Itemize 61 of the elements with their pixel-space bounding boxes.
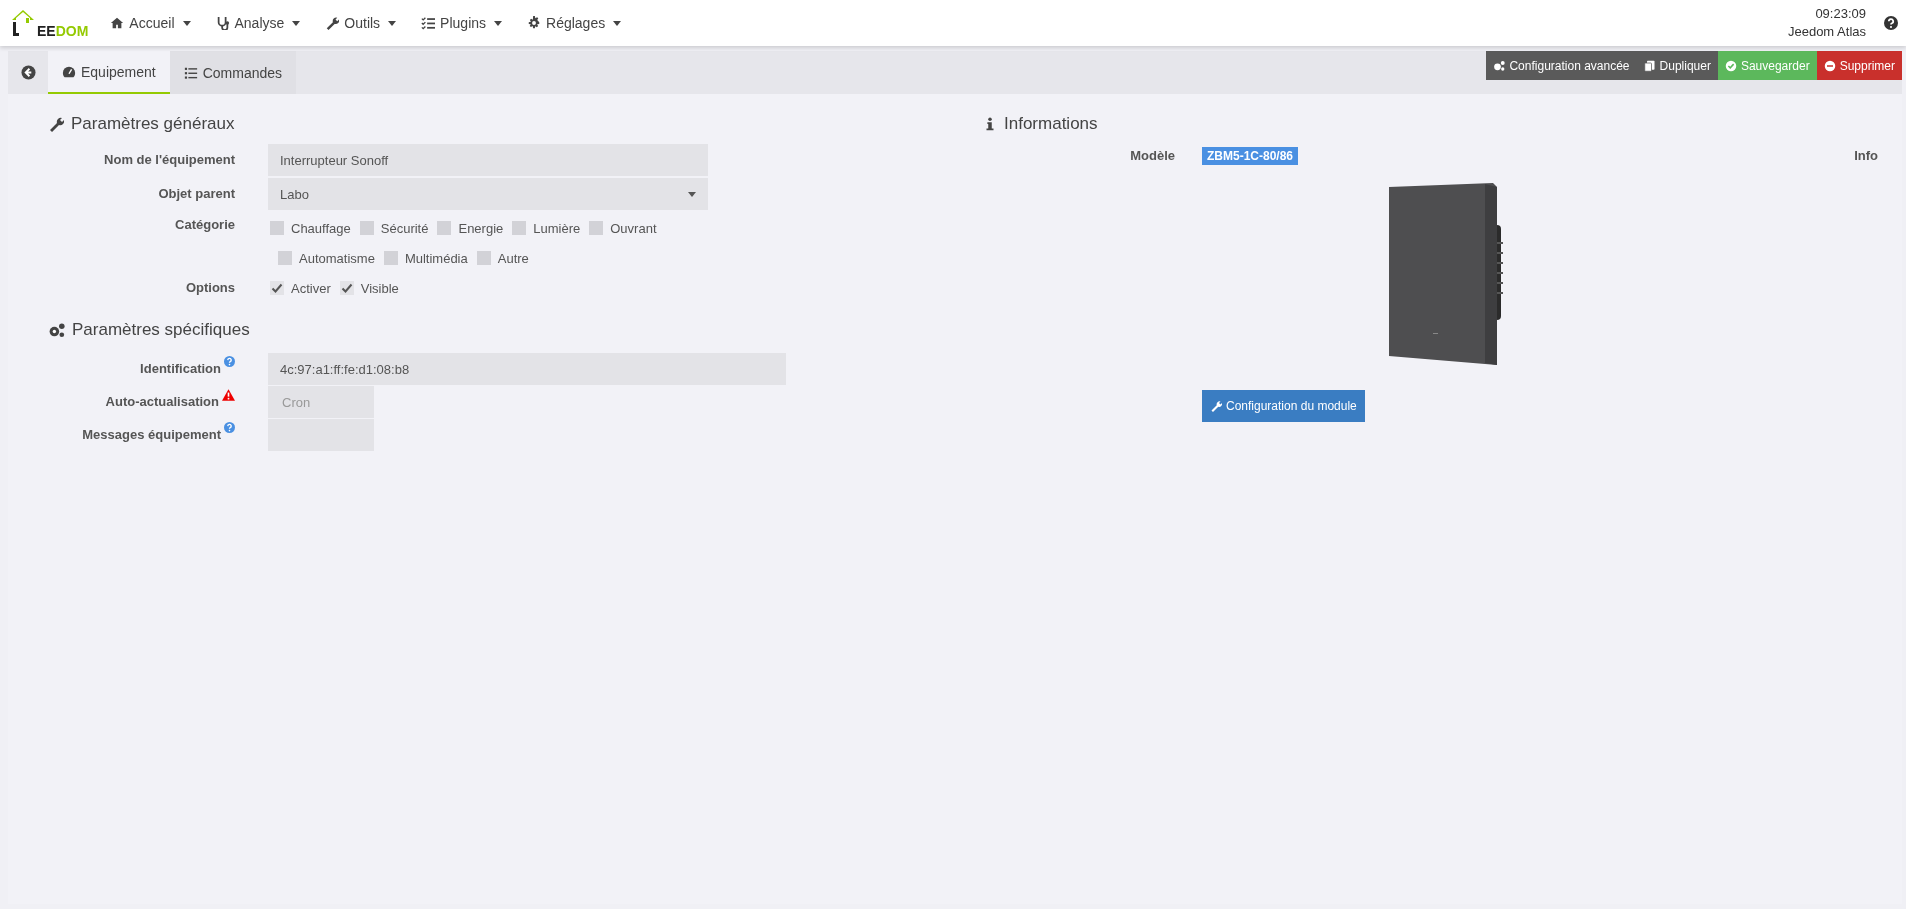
menu-item[interactable]: Analyse <box>215 15 301 31</box>
check-circle-icon <box>1724 59 1737 72</box>
section-title: Paramètres généraux <box>48 109 983 139</box>
section-title: Informations <box>983 109 1902 139</box>
checkbox-option[interactable]: Autre <box>476 245 529 271</box>
input-field[interactable]: Cron <box>268 386 374 418</box>
wrench-icon <box>325 16 340 30</box>
field-label: Identification <box>140 361 221 376</box>
section-title: Paramètres spécifiques <box>48 315 983 345</box>
field-label: Info <box>1854 147 1878 165</box>
gear-icon <box>527 16 542 30</box>
field-label: Modèle <box>1129 147 1175 165</box>
list-icon <box>183 65 198 80</box>
menu-item[interactable]: Outils <box>325 15 397 31</box>
action-button[interactable]: Dupliquer <box>1636 51 1718 80</box>
warning-icon <box>222 389 235 401</box>
checkbox-option[interactable]: Automatisme <box>278 245 375 271</box>
checkbox-option[interactable]: Lumière <box>512 215 581 241</box>
wrench-icon <box>48 116 64 132</box>
stethoscope-icon <box>215 16 230 30</box>
module-config-button[interactable]: Configuration du module <box>1202 390 1365 422</box>
wrench-icon <box>1210 400 1222 412</box>
field-label: Objet parent <box>157 185 235 203</box>
menu-item[interactable]: Plugins <box>421 15 503 31</box>
help-icon <box>224 356 235 367</box>
help-icon[interactable] <box>1884 16 1898 30</box>
action-button[interactable]: Supprimer <box>1816 51 1902 80</box>
home-icon <box>110 16 125 30</box>
checkbox-option[interactable]: Chauffage <box>270 215 351 241</box>
model-badge: ZBM5-1C-80/86 <box>1202 147 1299 165</box>
field-label: Auto-actualisation <box>105 394 219 409</box>
checkbox-option[interactable]: Multimédia <box>383 245 468 271</box>
gears-icon <box>1493 59 1506 72</box>
action-button[interactable]: Configuration avancée <box>1486 51 1637 80</box>
checkbox-option[interactable]: Sécurité <box>359 215 429 241</box>
checklist-icon <box>421 16 436 30</box>
copy-icon <box>1643 59 1656 72</box>
field-label: Nom de l'équipement <box>103 151 235 169</box>
gauge-icon <box>62 64 76 79</box>
minus-circle-icon <box>1823 59 1836 72</box>
checkbox-option[interactable]: Visible <box>339 275 399 301</box>
user-name: Jeedom Atlas <box>1787 23 1866 41</box>
parent-dropdown[interactable]: Labo <box>268 178 708 210</box>
name-field[interactable]: Interrupteur Sonoff <box>268 144 708 176</box>
menu-item[interactable]: Accueil <box>110 15 191 31</box>
clock: 09:23:09 <box>1815 5 1866 23</box>
tab[interactable]: Commandes <box>169 51 297 94</box>
tab[interactable]: Equipement <box>48 51 170 94</box>
checkmark-icon <box>340 282 353 294</box>
field-label: Catégorie <box>174 216 235 234</box>
checkmark-icon <box>271 282 283 294</box>
gears-icon <box>48 321 65 339</box>
checkbox-option[interactable]: Energie <box>437 215 504 241</box>
field-label: Messages équipement <box>82 427 221 442</box>
menu-item[interactable]: Réglages <box>527 15 622 31</box>
input-field[interactable]: 4c:97:a1:ff:fe:d1:08:b8 <box>268 353 786 385</box>
checkbox-option[interactable]: Activer <box>270 275 331 301</box>
jeedom-logo[interactable]: EEDOM <box>10 8 89 38</box>
checkbox-option[interactable]: Ouvrant <box>589 215 657 241</box>
help-icon <box>224 422 235 433</box>
field-label: Options <box>184 279 235 297</box>
